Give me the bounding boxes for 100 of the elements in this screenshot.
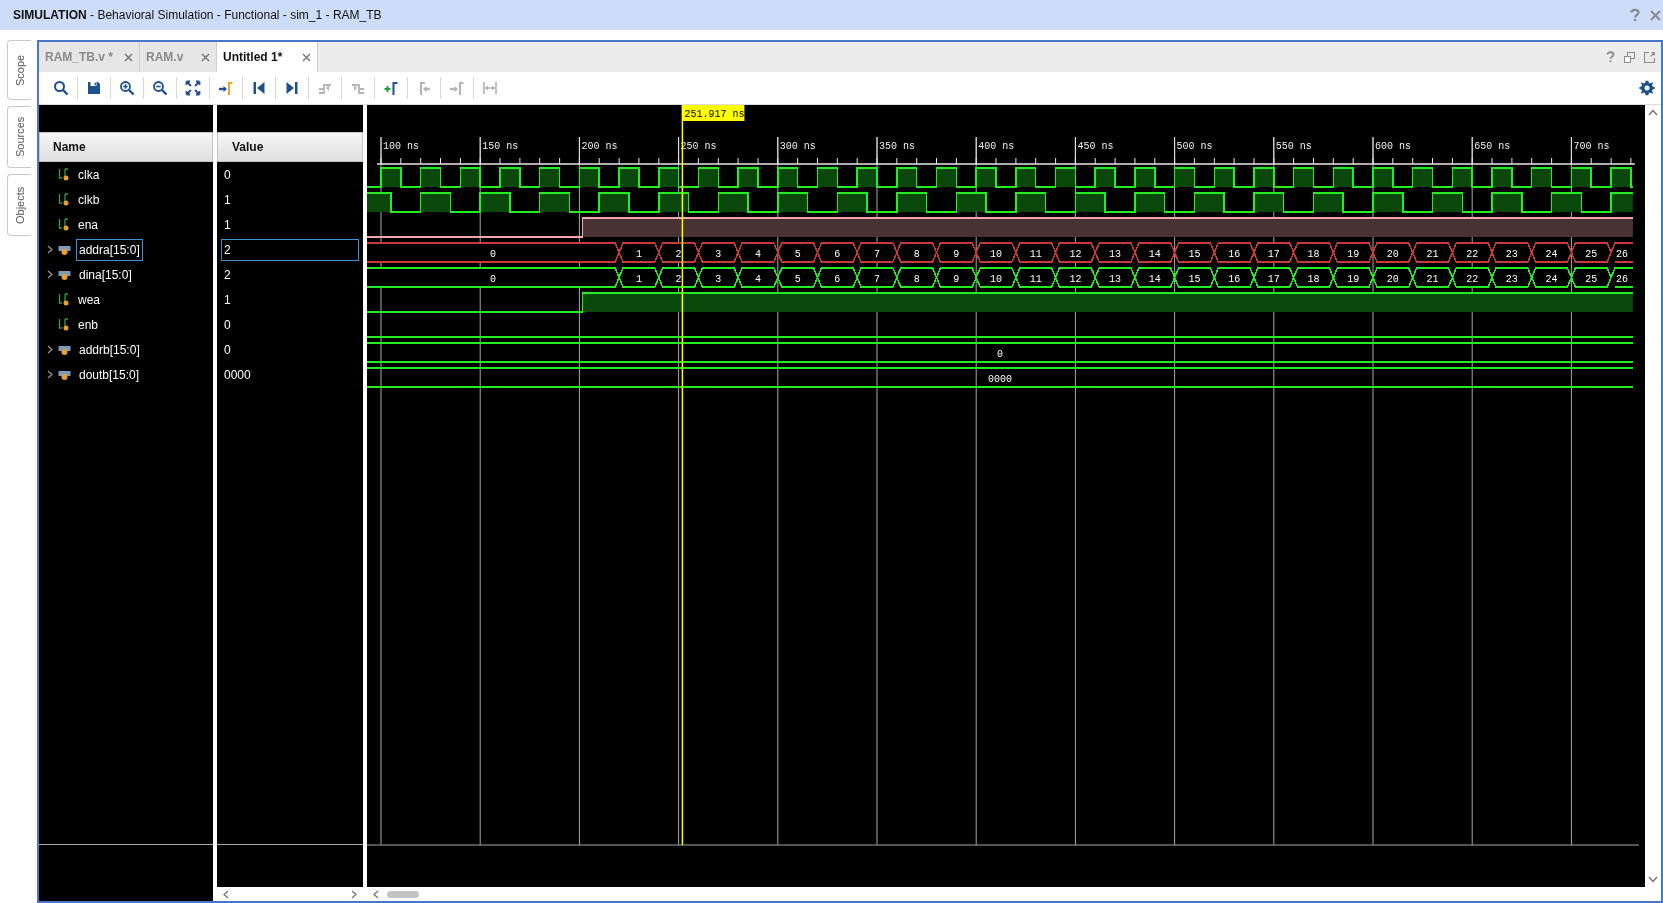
- bus-value: 17: [1267, 273, 1280, 285]
- bus-value: 18: [1307, 248, 1320, 260]
- zoom-out-icon: [152, 80, 168, 96]
- bus-value: 14: [1148, 273, 1161, 285]
- bus-value: 5: [794, 273, 801, 285]
- bus-segment: [1491, 242, 1533, 263]
- scroll-left-icon[interactable]: [373, 889, 379, 899]
- signal-icon: [58, 168, 70, 181]
- float-icon[interactable]: [1644, 51, 1655, 63]
- time-label: 600 ns: [1375, 141, 1411, 152]
- signal-icon: [58, 218, 70, 231]
- bus-segment: [975, 267, 1017, 288]
- bus-value: 26: [1616, 248, 1628, 260]
- column-header: Name: [39, 132, 213, 162]
- bus-segment: [1372, 267, 1414, 288]
- scroll-thumb[interactable]: [387, 890, 419, 898]
- bus-value: 7: [874, 273, 880, 285]
- bus-icon: [58, 243, 71, 256]
- scroll-down-icon[interactable]: [1648, 876, 1658, 883]
- signal-name[interactable]: ena: [75, 213, 102, 236]
- signal-name[interactable]: clkb: [75, 188, 103, 211]
- bus-segment: [935, 267, 977, 288]
- signal-name[interactable]: enb: [75, 313, 102, 336]
- bus-value: 21: [1426, 273, 1439, 285]
- bus-value: 25: [1585, 248, 1598, 260]
- bus-value: 20: [1386, 273, 1399, 285]
- signal-name[interactable]: addrb[15:0]: [76, 338, 143, 361]
- signal-icon: [58, 318, 70, 331]
- bus-value: 15: [1188, 248, 1201, 260]
- close-icon[interactable]: [124, 52, 133, 62]
- bus-value: 24: [1545, 273, 1558, 285]
- bus-value: 21: [1426, 248, 1439, 260]
- bus-value: 10: [990, 273, 1003, 285]
- signal-name[interactable]: doutb[15:0]: [76, 363, 143, 386]
- bus-segment: [896, 267, 938, 288]
- bus-value: 3: [715, 273, 722, 285]
- bus-value: 1: [635, 248, 642, 260]
- bus-value: 2: [675, 273, 682, 285]
- settings-icon[interactable]: [1639, 80, 1655, 96]
- help-icon[interactable]: [1606, 51, 1615, 63]
- expand-icon[interactable]: [47, 270, 53, 279]
- bus-segment: [1451, 242, 1493, 263]
- time-label: 350 ns: [879, 141, 915, 152]
- bus-value: 11: [1029, 273, 1042, 285]
- close-icon[interactable]: [201, 52, 210, 62]
- bus-value: 1: [635, 273, 642, 285]
- bus-segment: [856, 242, 898, 263]
- signal-name[interactable]: addra[15:0]: [76, 238, 143, 261]
- bus-segment: [1094, 267, 1136, 288]
- bus-value: 0: [996, 348, 1003, 360]
- bus-value: 24: [1545, 248, 1558, 260]
- side-tab[interactable]: Scope: [7, 40, 31, 100]
- time-label: 400 ns: [978, 141, 1015, 152]
- time-label: 650 ns: [1474, 141, 1511, 152]
- signal-icon: [58, 293, 70, 306]
- time-label: 550 ns: [1275, 141, 1312, 152]
- restore-icon[interactable]: [1624, 51, 1635, 63]
- bus-value: 0: [490, 273, 497, 285]
- bus-segment: [1173, 267, 1216, 288]
- bus-value: 19: [1347, 248, 1360, 260]
- window-title: SIMULATION - Behavioral Simulation - Functional - sim_1 - RAM_TB: [13, 8, 382, 22]
- side-tab[interactable]: Objects: [7, 174, 31, 236]
- bus-value: 7: [874, 248, 880, 260]
- editor-tab[interactable]: Untitled 1*: [217, 42, 318, 72]
- search-icon: [53, 80, 69, 96]
- arrow-bracket-icon: [218, 80, 234, 96]
- bus-segment: [697, 242, 739, 263]
- side-tab[interactable]: Sources: [7, 106, 31, 168]
- bus-value: 13: [1109, 273, 1122, 285]
- close-icon[interactable]: [1650, 9, 1661, 21]
- expand-icon[interactable]: [47, 245, 53, 254]
- scroll-up-icon[interactable]: [1648, 109, 1658, 116]
- help-icon[interactable]: [1629, 8, 1641, 22]
- bus-value: 23: [1505, 273, 1518, 285]
- bus-value: 9: [953, 273, 960, 285]
- bus-segment: [1530, 242, 1573, 263]
- bus-value: 2: [675, 248, 682, 260]
- bus-value: 9: [953, 248, 960, 260]
- bus-value: 23: [1505, 248, 1518, 260]
- bus-segment: [777, 267, 819, 288]
- bus-segment: [1094, 242, 1136, 263]
- signal-name[interactable]: clka: [75, 163, 103, 186]
- signal-value: 1: [223, 216, 232, 234]
- bus-segment: [1292, 267, 1335, 288]
- bus-value: 12: [1069, 273, 1082, 285]
- time-label: 450 ns: [1077, 141, 1114, 152]
- signal-name[interactable]: wea: [75, 288, 103, 311]
- bus-icon: [58, 368, 71, 381]
- bus-segment: [1015, 242, 1057, 263]
- scroll-right-icon[interactable]: [351, 889, 357, 899]
- close-icon[interactable]: [302, 52, 311, 62]
- signal-name[interactable]: dina[15:0]: [76, 263, 135, 286]
- expand-icon[interactable]: [47, 370, 53, 379]
- bus-segment: [737, 267, 779, 288]
- expand-icon[interactable]: [47, 345, 53, 354]
- signal-value: 0: [223, 166, 232, 184]
- scroll-left-icon[interactable]: [223, 889, 229, 899]
- bus-value: 25: [1585, 273, 1598, 285]
- signal-value: 1: [223, 291, 232, 309]
- bus-segment: [1173, 242, 1216, 263]
